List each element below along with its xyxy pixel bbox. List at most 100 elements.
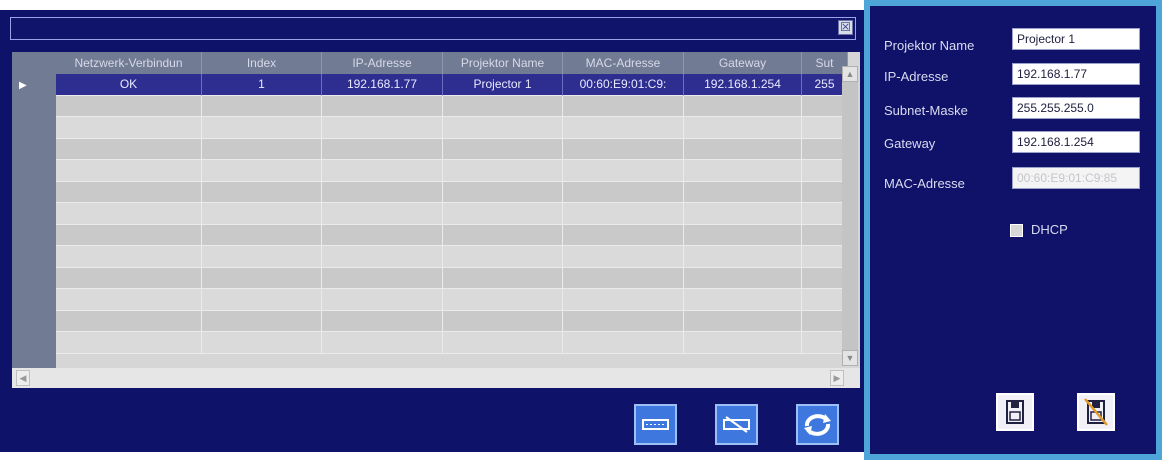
empty-table-row[interactable] [56, 138, 848, 160]
column-header[interactable]: Index [202, 52, 322, 74]
projector-button[interactable] [634, 404, 677, 445]
scroll-up-icon[interactable]: ▲ [842, 66, 858, 82]
table-cell[interactable]: 192.168.1.77 [322, 74, 443, 96]
table-cell[interactable] [202, 117, 322, 139]
table-cell[interactable] [202, 181, 322, 203]
table-cell[interactable] [443, 246, 563, 268]
table-cell[interactable] [563, 160, 684, 182]
table-cell[interactable] [443, 267, 563, 289]
table-cell[interactable]: OK [56, 74, 202, 96]
table-cell[interactable] [563, 95, 684, 117]
table-cell[interactable] [56, 138, 202, 160]
table-cell[interactable] [202, 224, 322, 246]
table-cell[interactable] [56, 246, 202, 268]
table-cell[interactable] [443, 117, 563, 139]
empty-table-row[interactable] [56, 310, 848, 332]
empty-table-row[interactable] [56, 289, 848, 311]
column-header[interactable]: IP-Adresse [322, 52, 443, 74]
save-button[interactable] [996, 393, 1034, 431]
refresh-button[interactable] [796, 404, 839, 445]
table-cell[interactable] [684, 246, 802, 268]
table-cell[interactable] [563, 181, 684, 203]
table-cell[interactable] [563, 267, 684, 289]
cancel-save-button[interactable] [1077, 393, 1115, 431]
table-cell[interactable] [684, 117, 802, 139]
table-cell[interactable] [202, 332, 322, 354]
table-cell[interactable] [684, 160, 802, 182]
empty-table-row[interactable] [56, 332, 848, 354]
table-cell[interactable] [202, 160, 322, 182]
table-cell[interactable] [56, 203, 202, 225]
table-cell[interactable] [322, 246, 443, 268]
table-cell[interactable] [563, 332, 684, 354]
column-header[interactable]: Gateway [684, 52, 802, 74]
empty-table-row[interactable] [56, 203, 848, 225]
table-cell[interactable] [56, 117, 202, 139]
table-cell[interactable] [563, 138, 684, 160]
table-cell[interactable] [202, 289, 322, 311]
subnet-mask-field[interactable] [1012, 97, 1140, 119]
table-cell[interactable] [56, 267, 202, 289]
table-cell[interactable] [322, 203, 443, 225]
table-cell[interactable] [322, 117, 443, 139]
table-cell[interactable]: 1 [202, 74, 322, 96]
table-cell[interactable] [684, 181, 802, 203]
table-cell[interactable] [563, 203, 684, 225]
table-cell[interactable] [322, 310, 443, 332]
table-cell[interactable] [684, 289, 802, 311]
remove-projector-button[interactable] [715, 404, 758, 445]
table-cell[interactable] [202, 310, 322, 332]
table-cell[interactable] [56, 181, 202, 203]
table-cell[interactable] [202, 246, 322, 268]
table-cell[interactable] [684, 332, 802, 354]
table-cell[interactable]: 00:60:E9:01:C9: [563, 74, 684, 96]
table-cell[interactable] [322, 224, 443, 246]
column-header[interactable]: Netzwerk-Verbindun [56, 52, 202, 74]
table-cell[interactable] [202, 267, 322, 289]
table-cell[interactable] [322, 138, 443, 160]
table-cell[interactable] [563, 310, 684, 332]
empty-table-row[interactable] [56, 267, 848, 289]
table-cell[interactable]: 192.168.1.254 [684, 74, 802, 96]
table-cell[interactable] [443, 203, 563, 225]
table-cell[interactable] [684, 203, 802, 225]
projector-name-field[interactable] [1012, 28, 1140, 50]
table-cell[interactable] [56, 332, 202, 354]
empty-table-row[interactable] [56, 246, 848, 268]
table-cell[interactable] [202, 203, 322, 225]
table-cell[interactable] [563, 289, 684, 311]
column-header[interactable]: MAC-Adresse [563, 52, 684, 74]
table-row[interactable]: OK 1 192.168.1.77 Projector 1 00:60:E9:01:C9… [56, 74, 848, 96]
table-cell[interactable] [56, 310, 202, 332]
table-cell[interactable] [443, 181, 563, 203]
table-cell[interactable] [563, 246, 684, 268]
table-cell[interactable] [443, 95, 563, 117]
scroll-right-icon[interactable]: ▶ [830, 370, 844, 386]
table-cell[interactable] [684, 310, 802, 332]
table-cell[interactable] [443, 332, 563, 354]
table-cell[interactable] [56, 224, 202, 246]
table-cell[interactable] [443, 289, 563, 311]
ip-address-field[interactable] [1012, 63, 1140, 85]
empty-table-row[interactable] [56, 224, 848, 246]
table-cell[interactable] [443, 310, 563, 332]
table-cell[interactable] [322, 181, 443, 203]
dhcp-checkbox[interactable] [1010, 224, 1023, 237]
table-cell[interactable] [322, 289, 443, 311]
table-cell[interactable] [322, 332, 443, 354]
table-cell[interactable] [443, 138, 563, 160]
table-cell[interactable] [443, 160, 563, 182]
table-cell[interactable] [322, 95, 443, 117]
table-cell[interactable] [443, 224, 563, 246]
table-cell[interactable] [684, 95, 802, 117]
vertical-scrollbar[interactable]: ▲ ▼ [842, 66, 858, 366]
gateway-field[interactable] [1012, 131, 1140, 153]
table-cell[interactable] [202, 138, 322, 160]
table-cell[interactable] [322, 267, 443, 289]
empty-table-row[interactable] [56, 117, 848, 139]
table-cell[interactable] [56, 160, 202, 182]
empty-table-row[interactable] [56, 160, 848, 182]
table-cell[interactable] [563, 117, 684, 139]
table-cell[interactable] [684, 224, 802, 246]
table-cell[interactable] [56, 95, 202, 117]
